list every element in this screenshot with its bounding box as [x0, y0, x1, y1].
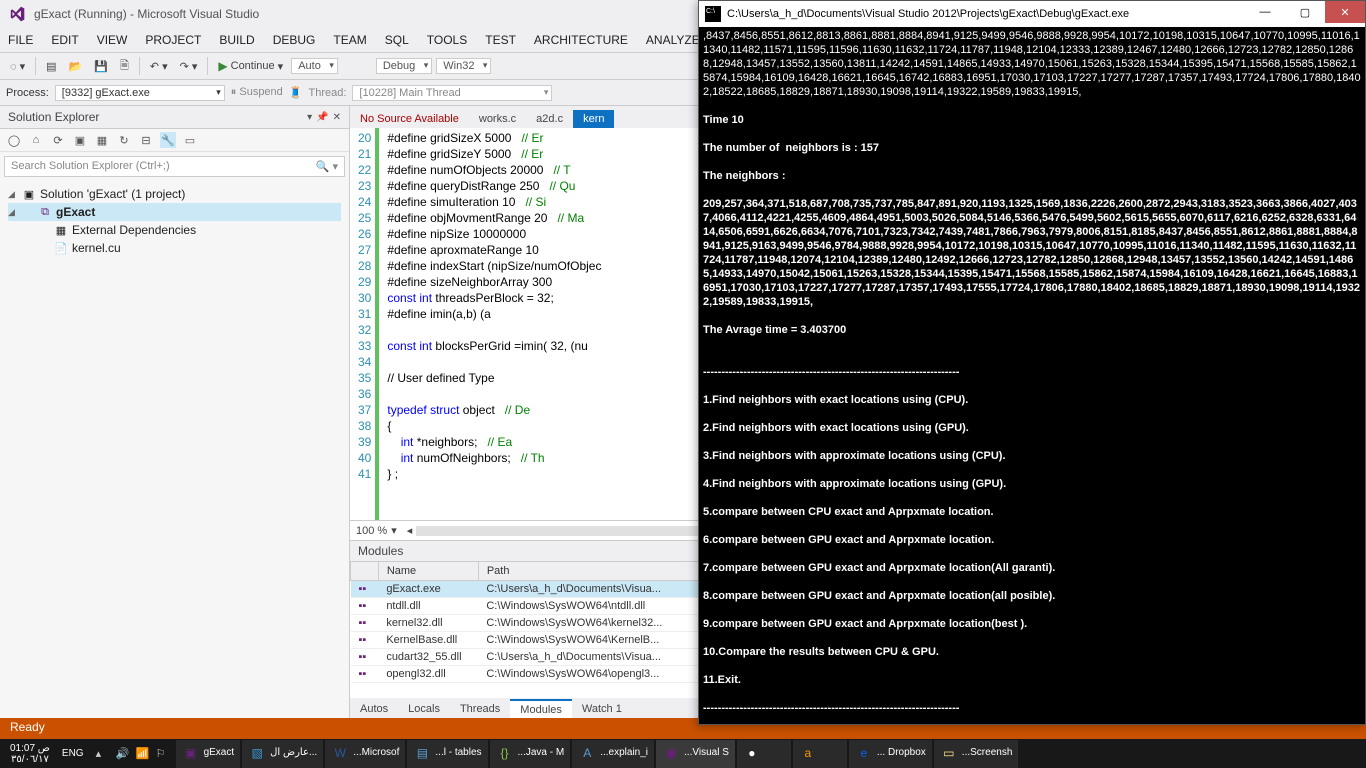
undo-icon[interactable]: ↶ ▾: [146, 58, 172, 75]
preview-icon[interactable]: ▭: [182, 132, 198, 148]
pin-icon[interactable]: 📌: [316, 112, 328, 123]
taskbar[interactable]: ص 01:07 ٣٥/٠٦/١٧ ENG ▴ 🔊 📶 ⚐ ▣gExact▧عار…: [0, 739, 1366, 768]
save-icon[interactable]: 💾: [90, 58, 112, 75]
console-icon: [705, 6, 721, 22]
continue-button[interactable]: ▶ Continue ▾: [214, 57, 287, 75]
zoom-level[interactable]: 100 %: [356, 525, 387, 537]
solution-explorer-header[interactable]: Solution Explorer ▾📌✕: [0, 106, 349, 129]
folder-icon: ▦: [54, 223, 68, 237]
tray-icon[interactable]: ▴: [96, 747, 110, 761]
menu-project[interactable]: PROJECT: [145, 33, 201, 47]
save-all-icon[interactable]: 🗎: [116, 55, 133, 78]
vs-title-text: gExact (Running) - Microsoft Visual Stud…: [34, 7, 259, 21]
console-title-text: C:\Users\a_h_d\Documents\Visual Studio 2…: [727, 8, 1129, 20]
task-item[interactable]: A...explain_i: [572, 740, 654, 768]
menu-tools[interactable]: TOOLS: [427, 33, 467, 47]
solution-search[interactable]: Search Solution Explorer (Ctrl+;) 🔍 ▾: [4, 156, 345, 177]
task-item[interactable]: ▣gExact: [176, 740, 241, 768]
thread-icon[interactable]: 🧵: [289, 86, 303, 99]
new-icon[interactable]: ▤: [42, 58, 60, 75]
no-source-tab[interactable]: No Source Available: [350, 110, 469, 128]
tab-works[interactable]: works.c: [469, 110, 526, 128]
task-item[interactable]: {}...Java - M: [490, 740, 571, 768]
menu-analyze[interactable]: ANALYZE: [646, 33, 700, 47]
thread-label: Thread:: [309, 87, 347, 99]
task-item[interactable]: a: [793, 740, 847, 768]
solution-config-combo[interactable]: Debug: [376, 58, 432, 74]
vs-logo-icon: [8, 5, 26, 23]
sync-icon[interactable]: ⟳: [50, 132, 66, 148]
scope-icon[interactable]: ▣: [72, 132, 88, 148]
tab-autos[interactable]: Autos: [350, 700, 398, 718]
menu-view[interactable]: VIEW: [97, 33, 128, 47]
task-item[interactable]: ▣...Visual S: [656, 740, 735, 768]
solution-root[interactable]: ◢▣Solution 'gExact' (1 project): [8, 185, 341, 203]
maximize-button[interactable]: ▢: [1285, 1, 1325, 23]
status-text: Ready: [10, 720, 45, 734]
project-node[interactable]: ◢⧉gExact: [8, 203, 341, 221]
redo-icon[interactable]: ↷ ▾: [176, 58, 202, 75]
solution-explorer: Solution Explorer ▾📌✕ ◯ ⌂ ⟳ ▣ ▦ ↻ ⊟ 🔧 ▭ …: [0, 106, 350, 720]
network-icon[interactable]: 📶: [136, 747, 150, 761]
menu-team[interactable]: TEAM: [333, 33, 366, 47]
menu-debug[interactable]: DEBUG: [273, 33, 316, 47]
open-icon[interactable]: 📂: [65, 58, 87, 75]
menu-edit[interactable]: EDIT: [51, 33, 78, 47]
menu-sql[interactable]: SQL: [385, 33, 409, 47]
tab-modules[interactable]: Modules: [510, 699, 572, 719]
task-item[interactable]: e... Dropbox: [849, 740, 932, 768]
minimize-button[interactable]: —: [1245, 1, 1285, 23]
close-icon[interactable]: ✕: [333, 112, 341, 123]
tab-watch1[interactable]: Watch 1: [572, 700, 632, 718]
refresh-icon[interactable]: ↻: [116, 132, 132, 148]
solution-tree[interactable]: ◢▣Solution 'gExact' (1 project) ◢⧉gExact…: [0, 181, 349, 261]
arrow-left-icon[interactable]: ◂: [407, 524, 413, 537]
menu-test[interactable]: TEST: [485, 33, 516, 47]
zoom-chevron-icon[interactable]: ▾: [391, 524, 397, 537]
taskbar-tasks[interactable]: ▣gExact▧عارض ال...W...Microsof▤...l - ta…: [176, 740, 1362, 768]
dropdown-icon[interactable]: ▾: [307, 112, 312, 123]
task-item[interactable]: ●: [737, 740, 791, 768]
volume-icon[interactable]: 🔊: [116, 747, 130, 761]
console-window[interactable]: C:\Users\a_h_d\Documents\Visual Studio 2…: [698, 0, 1366, 725]
system-tray[interactable]: ▴ 🔊 📶 ⚐: [90, 747, 176, 761]
file-icon: 📄: [54, 241, 68, 255]
process-label: Process:: [6, 87, 49, 99]
solution-icon: ▣: [22, 187, 36, 201]
task-item[interactable]: ▧عارض ال...: [242, 740, 323, 768]
search-icon[interactable]: 🔍 ▾: [316, 160, 338, 173]
suspend-button[interactable]: ⏸ Suspend: [231, 86, 283, 99]
solution-toolbar[interactable]: ◯ ⌂ ⟳ ▣ ▦ ↻ ⊟ 🔧 ▭: [0, 129, 349, 152]
project-icon: ⧉: [38, 205, 52, 219]
properties-icon[interactable]: 🔧: [160, 132, 176, 148]
tab-threads[interactable]: Threads: [450, 700, 510, 718]
taskbar-clock[interactable]: ص 01:07 ٣٥/٠٦/١٧: [4, 743, 56, 765]
thread-combo[interactable]: [10228] Main Thread: [352, 85, 552, 101]
col-name[interactable]: Name: [378, 562, 478, 581]
tab-locals[interactable]: Locals: [398, 700, 450, 718]
home-icon[interactable]: ⌂: [28, 132, 44, 148]
close-button[interactable]: ✕: [1325, 1, 1365, 23]
console-titlebar[interactable]: C:\Users\a_h_d\Documents\Visual Studio 2…: [699, 1, 1365, 27]
nav-back-icon[interactable]: ◌ ▾: [6, 58, 29, 75]
task-item[interactable]: W...Microsof: [325, 740, 405, 768]
menu-build[interactable]: BUILD: [219, 33, 254, 47]
menu-architecture[interactable]: ARCHITECTURE: [534, 33, 628, 47]
task-item[interactable]: ▭...Screensh: [934, 740, 1019, 768]
language-indicator[interactable]: ENG: [56, 748, 90, 759]
show-all-icon[interactable]: ▦: [94, 132, 110, 148]
menu-file[interactable]: FILE: [8, 33, 33, 47]
process-combo[interactable]: [9332] gExact.exe: [55, 85, 225, 101]
external-deps-node[interactable]: ▦External Dependencies: [8, 221, 341, 239]
config-combo[interactable]: Auto: [291, 58, 338, 74]
platform-combo[interactable]: Win32: [436, 58, 491, 74]
task-item[interactable]: ▤...l - tables: [407, 740, 487, 768]
tab-kernel[interactable]: kern: [573, 110, 614, 128]
collapse-icon[interactable]: ⊟: [138, 132, 154, 148]
console-output[interactable]: ,8437,8456,8551,8612,8813,8861,8881,8884…: [699, 27, 1365, 724]
tab-a2d[interactable]: a2d.c: [526, 110, 573, 128]
back-icon[interactable]: ◯: [6, 132, 22, 148]
action-center-icon[interactable]: ⚐: [156, 747, 170, 761]
file-node[interactable]: 📄kernel.cu: [8, 239, 341, 257]
